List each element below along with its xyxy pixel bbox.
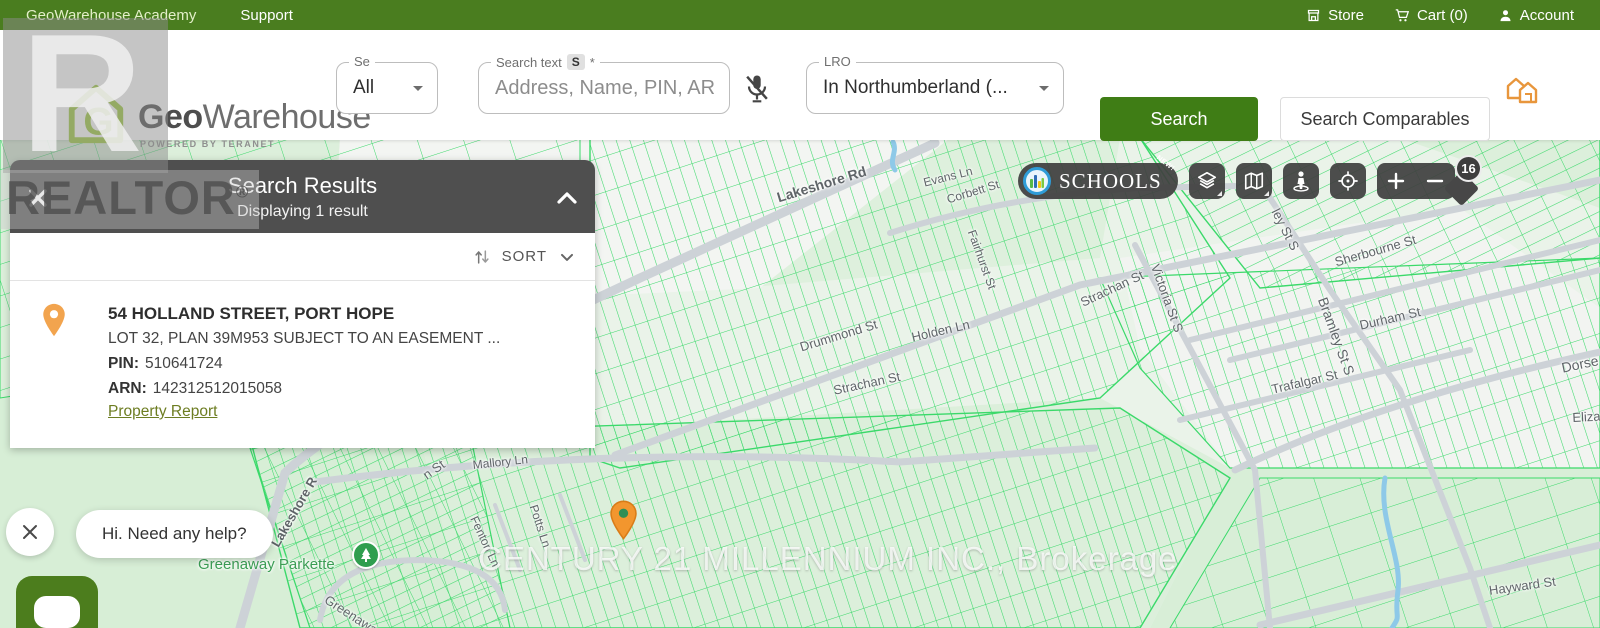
streetview-button[interactable]: [1282, 163, 1319, 199]
topbar-right: Store Cart (0) Account: [1306, 7, 1574, 24]
results-panel-header: Search Results Displaying 1 result: [10, 160, 595, 233]
chat-bubble-icon: [34, 596, 80, 628]
close-icon: [23, 525, 37, 539]
svg-text:G: G: [83, 100, 113, 143]
logo-tagline: POWERED BY TERANET: [140, 139, 276, 149]
map-controls: SCHOOLS NEW!: [1018, 154, 1455, 199]
caret-down-icon: [1039, 85, 1049, 91]
app-root: Lakeshore Rd Evans Ln Corbett St Fairhurst …: [0, 0, 1600, 628]
comparables-houses-icon[interactable]: [1502, 72, 1540, 104]
nav-support[interactable]: Support: [240, 7, 293, 24]
pin-icon: [43, 303, 65, 337]
result-legal: LOT 32, PLAN 39M953 SUBJECT TO AN EASEME…: [108, 330, 501, 347]
map-result-pin-icon[interactable]: [610, 500, 637, 540]
lro-value: In Northumberland (...: [823, 77, 1008, 98]
sort-arrows-icon: [475, 249, 489, 264]
pin-label: PIN:: [108, 355, 139, 372]
pin-value: 510641724: [145, 355, 223, 372]
result-row[interactable]: 54 HOLLAND STREET, PORT HOPE LOT 32, PLA…: [10, 281, 595, 448]
layers-icon: [1197, 171, 1216, 189]
required-asterisk: *: [589, 54, 595, 70]
result-body: 54 HOLLAND STREET, PORT HOPE LOT 32, PLA…: [108, 301, 575, 421]
minus-icon: [1427, 179, 1444, 183]
lro-select[interactable]: LRO In Northumberland (...: [806, 54, 1064, 114]
top-navigation-bar: GeoWarehouse Academy Support Store Cart …: [0, 0, 1600, 30]
search-type-label: Se: [354, 54, 370, 69]
nav-store[interactable]: Store: [1306, 7, 1364, 24]
store-icon: [1307, 9, 1320, 21]
nav-account[interactable]: Account: [1498, 7, 1574, 24]
result-pin-line: PIN: 510641724: [108, 351, 575, 376]
search-type-value: All: [353, 77, 375, 98]
chevron-down-icon: [561, 253, 573, 261]
zoom-in-button[interactable]: [1377, 163, 1416, 199]
search-button[interactable]: Search: [1100, 97, 1258, 141]
search-comparables-button[interactable]: Search Comparables: [1280, 97, 1490, 141]
schools-layer-button[interactable]: SCHOOLS NEW!: [1018, 154, 1178, 199]
chat-dismiss-button[interactable]: [6, 508, 54, 556]
chat-launcher-button[interactable]: [16, 576, 98, 628]
property-report-link[interactable]: Property Report: [108, 403, 217, 421]
person-icon: [1500, 9, 1511, 21]
microphone-muted-icon[interactable]: [742, 73, 772, 105]
map-icon: [1244, 172, 1263, 190]
results-subtitle: Displaying 1 result: [237, 203, 368, 220]
zoom-control: [1376, 163, 1455, 199]
chat-greeting-bubble[interactable]: Hi. Need any help?: [76, 510, 273, 558]
app-header: G GeoWarehouse® POWERED BY TERANET Se Al…: [0, 30, 1600, 149]
result-arn-line: ARN: 142312512015058: [108, 376, 575, 401]
sort-bar[interactable]: SORT: [10, 233, 595, 281]
result-address: 54 HOLLAND STREET, PORT HOPE: [108, 304, 395, 323]
layers-button[interactable]: [1188, 163, 1225, 199]
zoom-level-badge: 16: [1455, 155, 1482, 182]
chevron-up-icon[interactable]: [553, 184, 581, 212]
topbar-left: GeoWarehouse Academy Support: [26, 7, 293, 24]
lro-label: LRO: [824, 54, 851, 69]
expand-corner-icon: [1263, 191, 1269, 196]
plus-icon: [1388, 172, 1405, 190]
nav-cart[interactable]: Cart (0): [1394, 7, 1468, 24]
caret-down-icon: [413, 85, 423, 91]
cart-icon: [1395, 8, 1410, 21]
schools-button-label: SCHOOLS: [1059, 168, 1162, 193]
search-input[interactable]: [495, 63, 721, 113]
results-title: Search Results: [227, 173, 378, 198]
close-icon[interactable]: [24, 184, 52, 212]
nav-academy[interactable]: GeoWarehouse Academy: [26, 7, 196, 24]
arn-value: 142312512015058: [152, 380, 283, 397]
schools-logo-icon: [1023, 167, 1051, 195]
shortcut-key-badge: S: [566, 54, 585, 70]
basemap-button[interactable]: [1235, 163, 1272, 199]
park-tree-icon: [352, 541, 380, 569]
search-text-label: Search text: [496, 54, 562, 70]
target-icon: [1338, 171, 1358, 191]
expand-corner-icon: [1216, 191, 1222, 196]
search-results-panel: Search Results Displaying 1 result SORT: [10, 160, 595, 448]
sort-label: SORT: [501, 248, 547, 265]
geowarehouse-logo: G GeoWarehouse® POWERED BY TERANET: [62, 80, 380, 149]
search-text-field[interactable]: Search text S *: [478, 54, 730, 114]
arn-label: ARN:: [108, 380, 147, 397]
locate-button[interactable]: [1329, 163, 1366, 199]
pegman-icon: [1293, 171, 1309, 192]
search-type-select[interactable]: Se All: [336, 54, 438, 114]
logo-house-icon: G: [68, 84, 124, 143]
